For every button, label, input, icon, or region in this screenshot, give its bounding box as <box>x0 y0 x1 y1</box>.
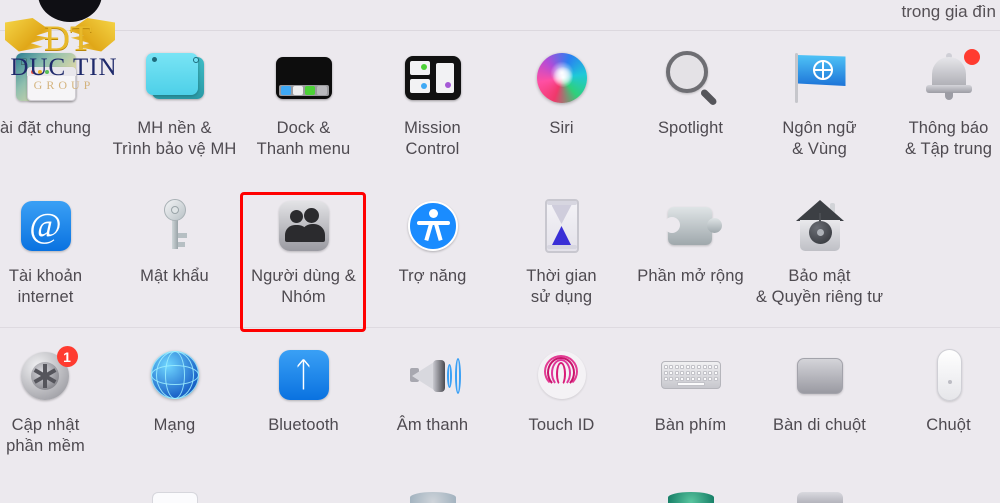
pref-item-partial-2[interactable] <box>110 470 239 503</box>
preferences-row-4-clipped <box>0 470 1000 503</box>
pref-item-partial-7[interactable] <box>755 470 884 503</box>
screen-time-hourglass-icon <box>529 193 595 259</box>
pref-item-accessibility[interactable]: Trợ năng <box>368 179 497 327</box>
pref-label: Bàn phím <box>654 416 727 434</box>
security-privacy-icon <box>787 193 853 259</box>
pref-label: Spotlight <box>657 119 724 137</box>
pref-item-users-groups[interactable]: Người dùng & Nhóm <box>239 179 368 327</box>
startup-disk-icon-partial <box>409 492 456 503</box>
pref-item-sound[interactable]: Âm thanh <box>368 328 497 470</box>
desktop-screensaver-icon <box>142 45 208 111</box>
preferences-row-2: @ Tài khoản internet Mật khẩu Người dùng… <box>0 179 1000 327</box>
pref-label: Thông báo & Tập trung <box>904 119 993 158</box>
general-settings-icon:  <box>13 45 79 111</box>
preferences-grid:  ài đặt chung MH nền & Trình bảo vệ MH … <box>0 31 1000 503</box>
dock-menubar-icon <box>271 45 337 111</box>
pref-item-mission-control[interactable]: Mission Control <box>368 31 497 179</box>
sharing-icon-partial <box>796 492 843 503</box>
spacer-icon-partial <box>281 492 327 503</box>
printers-scanners-icon-partial <box>151 492 198 503</box>
time-machine-icon-partial <box>667 492 714 503</box>
pref-item-partial-1[interactable] <box>0 470 110 503</box>
spotlight-icon <box>658 45 724 111</box>
extensions-puzzle-icon <box>658 193 724 259</box>
pref-item-screen-time[interactable]: Thời gian sử dụng <box>497 179 626 327</box>
passwords-key-icon <box>142 193 208 259</box>
preferences-row-1:  ài đặt chung MH nền & Trình bảo vệ MH … <box>0 31 1000 179</box>
pref-label: Âm thanh <box>396 416 469 434</box>
pref-item-internet-accounts[interactable]: @ Tài khoản internet <box>0 179 110 327</box>
trackpad-icon <box>787 342 853 408</box>
pref-item-spotlight[interactable]: Spotlight <box>626 31 755 179</box>
pref-item-touch-id[interactable]: Touch ID <box>497 328 626 470</box>
pref-item-partial-4[interactable] <box>368 470 497 503</box>
pref-label: Bàn di chuột <box>773 416 866 434</box>
system-preferences-window: trong gia đìn  ài đặt chung MH nền & Tr… <box>0 0 1000 503</box>
pref-item-general[interactable]:  ài đặt chung <box>0 31 110 179</box>
pref-item-keyboard[interactable]: Bàn phím <box>626 328 755 470</box>
pref-label: Chuột <box>926 416 971 434</box>
pref-label: Dock & Thanh menu <box>256 119 351 158</box>
pref-item-bluetooth[interactable]: ᛏ Bluetooth <box>239 328 368 470</box>
siri-icon <box>529 45 595 111</box>
pref-item-security-privacy[interactable]: Bảo mật & Quyền riêng tư <box>755 179 884 327</box>
keyboard-icon <box>658 342 724 408</box>
pref-item-partial-6[interactable] <box>626 470 755 503</box>
pref-item-passwords[interactable]: Mật khẩu <box>110 179 239 327</box>
language-region-icon <box>787 45 853 111</box>
network-globe-icon <box>142 342 208 408</box>
internet-accounts-icon: @ <box>13 193 79 259</box>
users-groups-icon <box>271 193 337 259</box>
notifications-focus-icon <box>916 45 982 111</box>
pref-label: Mật khẩu <box>140 267 209 285</box>
pref-item-partial-3[interactable] <box>239 470 368 503</box>
pref-label: Người dùng & Nhóm <box>251 267 356 306</box>
pref-item-extensions[interactable]: Phần mở rộng <box>626 179 755 327</box>
pref-label: Phần mở rộng <box>637 267 744 285</box>
pref-item-language-region[interactable]: Ngôn ngữ & Vùng <box>755 31 884 179</box>
accessibility-icon <box>400 193 466 259</box>
mission-control-icon <box>400 45 466 111</box>
pref-label: Ngôn ngữ & Vùng <box>782 119 857 158</box>
pref-item-network[interactable]: Mạng <box>110 328 239 470</box>
pref-item-desktop-screensaver[interactable]: MH nền & Trình bảo vệ MH <box>110 31 239 179</box>
pref-item-notifications-focus[interactable]: Thông báo & Tập trung <box>884 31 1000 179</box>
bluetooth-icon: ᛏ <box>271 342 337 408</box>
pref-label: Bảo mật & Quyền riêng tư <box>755 267 884 306</box>
pref-item-mouse[interactable]: Chuột <box>884 328 1000 470</box>
preferences-row-3: 1 Cập nhật phần mềm Mạng ᛏ Bluetooth Âm … <box>0 327 1000 470</box>
spacer2-icon-partial <box>539 492 585 503</box>
pref-label: MH nền & Trình bảo vệ MH <box>112 119 237 158</box>
software-update-icon: 1 <box>13 342 79 408</box>
display-icon-partial <box>23 492 69 503</box>
pref-label: Bluetooth <box>268 416 339 434</box>
mouse-icon <box>916 342 982 408</box>
pref-label: Trợ năng <box>398 267 467 285</box>
touch-id-icon <box>529 342 595 408</box>
notification-badge-dot <box>963 49 980 65</box>
pref-item-partial-5[interactable] <box>497 470 626 503</box>
update-count-badge: 1 <box>56 346 78 367</box>
pref-item-siri[interactable]: Siri <box>497 31 626 179</box>
pref-item-dock-menubar[interactable]: Dock & Thanh menu <box>239 31 368 179</box>
pref-label: Mission Control <box>404 119 461 158</box>
pref-label: Touch ID <box>528 416 595 434</box>
pref-label: Siri <box>549 119 574 137</box>
pref-label: Thời gian sử dụng <box>526 267 597 306</box>
pref-item-trackpad[interactable]: Bàn di chuột <box>755 328 884 470</box>
sound-speaker-icon <box>400 342 466 408</box>
clipped-top-row: trong gia đìn <box>0 0 1000 31</box>
pref-item-software-update[interactable]: 1 Cập nhật phần mềm <box>0 328 110 470</box>
clipped-top-text: trong gia đìn <box>901 2 996 21</box>
pref-label: Mạng <box>153 416 196 434</box>
